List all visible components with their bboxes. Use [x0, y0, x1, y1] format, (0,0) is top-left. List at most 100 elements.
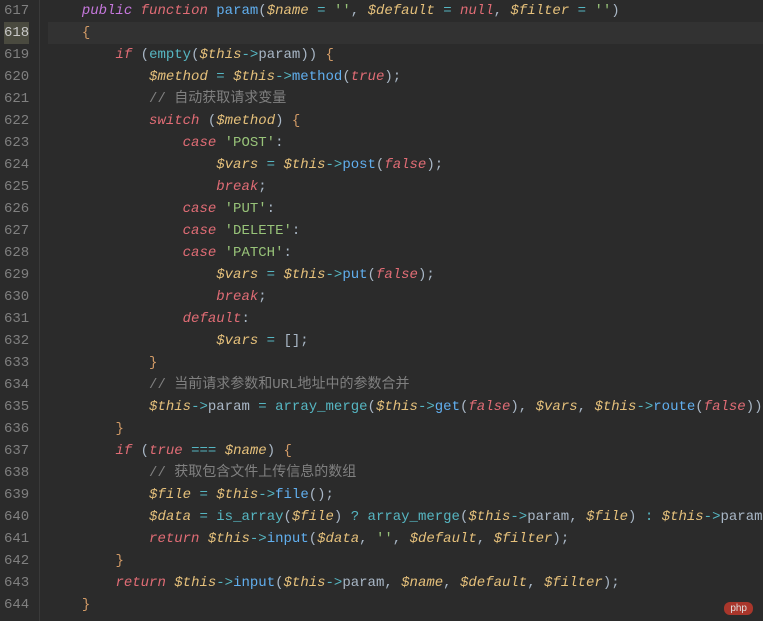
- token-var: $vars: [216, 267, 258, 283]
- token-punct: :: [267, 201, 275, 217]
- token-punct: (: [284, 509, 292, 525]
- token-kw-ctrl: default: [183, 311, 242, 327]
- code-line[interactable]: // 自动获取请求变量: [48, 88, 763, 110]
- code-line[interactable]: }: [48, 550, 763, 572]
- line-number: 641: [4, 528, 29, 550]
- token-comment: // 自动获取请求变量: [149, 91, 286, 107]
- token-kw-ctrl: case: [183, 135, 217, 151]
- token-op: ?: [351, 509, 359, 525]
- code-line[interactable]: if (empty($this->param)) {: [48, 44, 763, 66]
- token-kw-const: true: [351, 69, 385, 85]
- code-line[interactable]: break;: [48, 176, 763, 198]
- token-kw-mod: public: [82, 3, 132, 19]
- code-line[interactable]: }: [48, 352, 763, 374]
- code-line[interactable]: $vars = [];: [48, 330, 763, 352]
- token-fn-call: array_merge: [368, 509, 460, 525]
- token-kw-const: false: [468, 399, 510, 415]
- token-var: $name: [401, 575, 443, 591]
- line-number-gutter: 6176186196206216226236246256266276286296…: [0, 0, 40, 621]
- line-number: 628: [4, 242, 29, 264]
- code-line[interactable]: $vars = $this->put(false);: [48, 264, 763, 286]
- token-var: $this: [662, 509, 704, 525]
- line-number: 618: [4, 22, 29, 44]
- line-number: 621: [4, 88, 29, 110]
- code-line[interactable]: {: [48, 22, 763, 44]
- token-punct: );: [603, 575, 620, 591]
- token-punct: :: [283, 245, 291, 261]
- code-line[interactable]: case 'PUT':: [48, 198, 763, 220]
- token-var: $default: [368, 3, 435, 19]
- code-line[interactable]: case 'POST':: [48, 132, 763, 154]
- line-number: 634: [4, 374, 29, 396]
- token-punct: );: [384, 69, 401, 85]
- code-line[interactable]: }: [48, 594, 763, 616]
- token-var: $file: [149, 487, 191, 503]
- token-punct: :: [292, 223, 300, 239]
- token-str: '': [376, 531, 393, 547]
- code-line[interactable]: break;: [48, 286, 763, 308]
- token-var: $name: [225, 443, 267, 459]
- token-str: 'DELETE': [225, 223, 292, 239]
- token-var: $this: [233, 69, 275, 85]
- token-fn-name: post: [342, 157, 376, 173]
- token-punct: );: [418, 267, 435, 283]
- code-line[interactable]: }: [48, 418, 763, 440]
- token-var: $this: [594, 399, 636, 415]
- code-line[interactable]: $method = $this->method(true);: [48, 66, 763, 88]
- token-op: =: [199, 509, 207, 525]
- token-fn-name: get: [435, 399, 460, 415]
- token-punct: (: [368, 267, 376, 283]
- token-fn-name: file: [275, 487, 309, 503]
- token-punct: ,: [443, 575, 460, 591]
- token-var: $method: [216, 113, 275, 129]
- line-number: 617: [4, 0, 29, 22]
- token-brace: {: [284, 443, 292, 459]
- token-op: =: [258, 399, 266, 415]
- token-punct: (: [275, 575, 283, 591]
- line-number: 632: [4, 330, 29, 352]
- code-editor[interactable]: 6176186196206216226236246256266276286296…: [0, 0, 763, 621]
- token-punct: :: [275, 135, 283, 151]
- code-line[interactable]: public function param($name = '', $defau…: [48, 0, 763, 22]
- token-var: $file: [292, 509, 334, 525]
- token-str: '': [334, 3, 351, 19]
- token-punct: ,: [527, 575, 544, 591]
- token-op: ->: [510, 509, 527, 525]
- token-punct: param,: [527, 509, 586, 525]
- code-line[interactable]: default:: [48, 308, 763, 330]
- line-number: 633: [4, 352, 29, 374]
- token-str: 'PUT': [225, 201, 267, 217]
- token-punct: (: [141, 47, 149, 63]
- token-var: $method: [149, 69, 208, 85]
- code-area[interactable]: public function param($name = '', $defau…: [40, 0, 763, 621]
- token-punct: ): [267, 443, 284, 459]
- line-number: 627: [4, 220, 29, 242]
- token-kw-ctrl: case: [183, 223, 217, 239]
- token-fn-name: input: [267, 531, 309, 547]
- code-line[interactable]: case 'DELETE':: [48, 220, 763, 242]
- token-punct: ,: [359, 531, 376, 547]
- token-op: ->: [704, 509, 721, 525]
- token-punct: ,: [477, 531, 494, 547]
- code-line[interactable]: return $this->input($this->param, $name,…: [48, 572, 763, 594]
- code-line[interactable]: $file = $this->file();: [48, 484, 763, 506]
- token-punct: param;: [720, 509, 763, 525]
- line-number: 622: [4, 110, 29, 132]
- code-line[interactable]: $data = is_array($file) ? array_merge($t…: [48, 506, 763, 528]
- token-op: ->: [326, 157, 343, 173]
- token-brace: {: [82, 25, 90, 41]
- code-line[interactable]: // 获取包含文件上传信息的数组: [48, 462, 763, 484]
- line-number: 623: [4, 132, 29, 154]
- token-var: $this: [283, 267, 325, 283]
- code-line[interactable]: return $this->input($data, '', $default,…: [48, 528, 763, 550]
- token-punct: (: [342, 69, 350, 85]
- token-op: ->: [275, 69, 292, 85]
- line-number: 631: [4, 308, 29, 330]
- token-op: =: [267, 267, 275, 283]
- code-line[interactable]: $this->param = array_merge($this->get(fa…: [48, 396, 763, 418]
- code-line[interactable]: case 'PATCH':: [48, 242, 763, 264]
- code-line[interactable]: if (true === $name) {: [48, 440, 763, 462]
- code-line[interactable]: // 当前请求参数和URL地址中的参数合并: [48, 374, 763, 396]
- code-line[interactable]: $vars = $this->post(false);: [48, 154, 763, 176]
- code-line[interactable]: switch ($method) {: [48, 110, 763, 132]
